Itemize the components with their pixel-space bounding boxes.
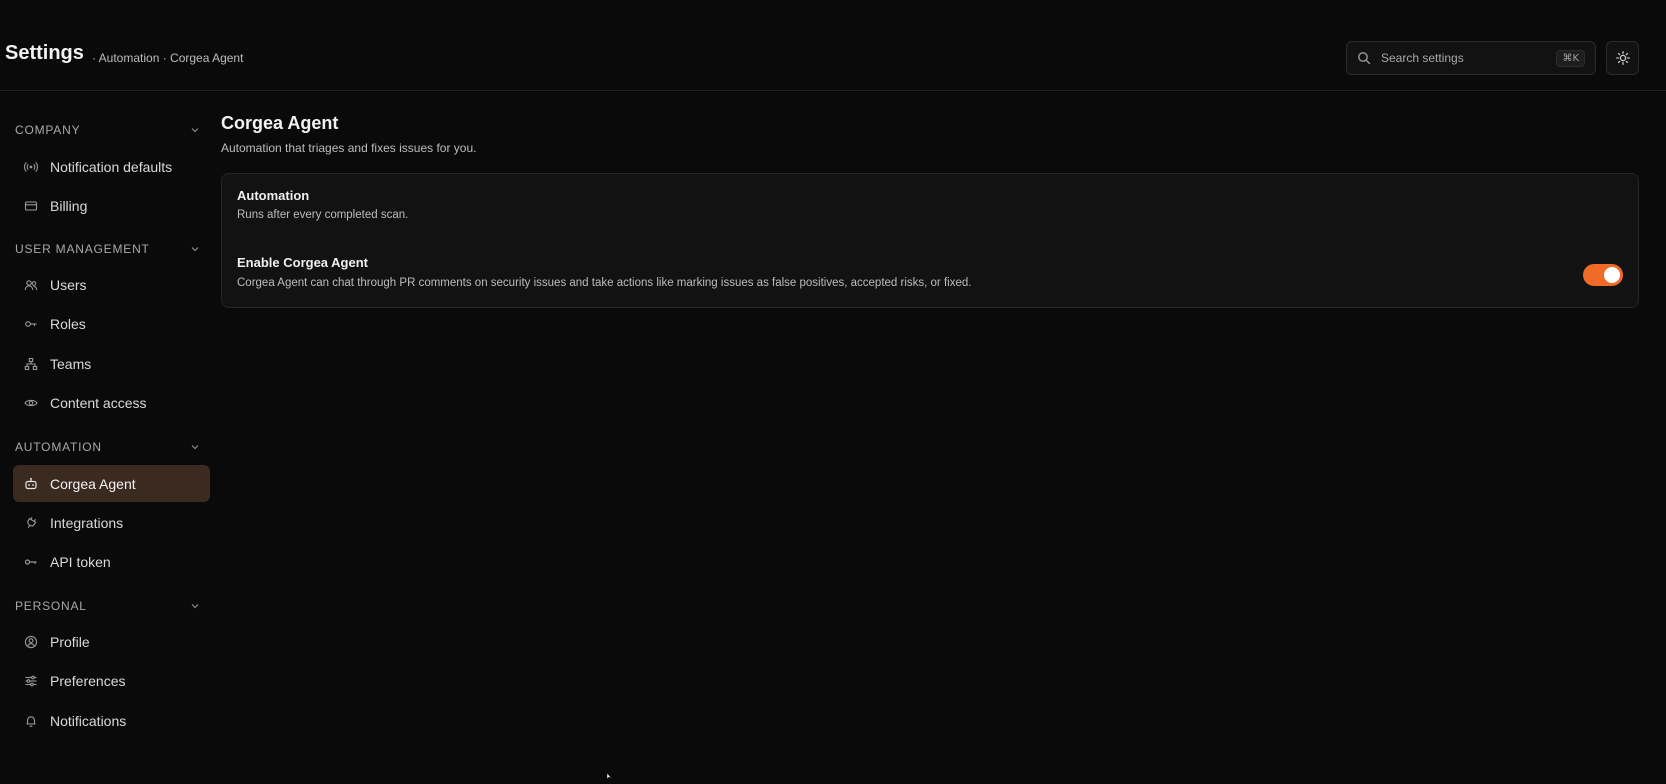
sidebar-item-label: Notification defaults [50,158,173,175]
chevron-down-icon [190,442,200,452]
sidebar-item-profile[interactable]: Profile [13,623,210,660]
sidebar-item-integrations[interactable]: Integrations [13,504,210,541]
chevron-down-icon [190,125,200,135]
content-subtitle: Automation that triages and fixes issues… [221,141,477,155]
card-title: Automation [237,188,310,203]
sun-icon [1615,51,1630,65]
search-shortcut: ⌘K [1556,49,1585,67]
setting-title: Enable Corgea Agent [237,255,368,270]
section-label: USER MANAGEMENT [15,242,150,256]
user-circle-icon [24,635,38,649]
sidebar-item-api-token[interactable]: API token [13,543,210,580]
sidebar-item-roles[interactable]: Roles [13,305,210,342]
sidebar: COMPANY Notification defaults Billing US… [0,91,210,770]
sidebar-item-label: Teams [50,355,92,372]
theme-toggle-button[interactable] [1606,41,1639,75]
sliders-icon [24,674,38,688]
sidebar-item-label: Preferences [50,672,126,689]
sidebar-item-teams[interactable]: Teams [13,345,210,382]
section-header-company[interactable]: COMPANY [15,120,200,140]
sidebar-item-label: Users [50,276,87,293]
setting-description: Corgea Agent can chat through PR comment… [237,277,972,289]
broadcast-icon [24,160,38,174]
sidebar-item-label: Content access [50,394,147,411]
sidebar-item-label: Notifications [50,712,127,729]
eye-icon [24,396,38,410]
plug-icon [24,516,38,530]
hierarchy-icon [24,357,38,371]
section-label: PERSONAL [15,599,87,613]
toggle-knob [1604,267,1620,283]
sidebar-item-corgea-agent[interactable]: Corgea Agent [13,465,210,502]
search-icon [1357,51,1371,65]
sidebar-item-label: API token [50,553,111,570]
section-header-automation[interactable]: AUTOMATION [15,437,200,457]
section-label: AUTOMATION [15,440,102,454]
content-title: Corgea Agent [221,113,339,133]
key-horizontal-icon [24,555,38,569]
top-bar: Settings · Automation · Corgea Agent ⌘K [0,0,1666,91]
section-header-user-management[interactable]: USER MANAGEMENT [15,239,200,259]
search-box[interactable]: ⌘K [1346,41,1596,75]
sidebar-item-label: Roles [50,315,86,332]
sidebar-item-notification-defaults[interactable]: Notification defaults [13,148,210,185]
chevron-down-icon [190,244,200,254]
credit-card-icon [24,199,38,213]
search-input[interactable] [1381,51,1551,65]
chevron-down-icon [190,601,200,611]
users-icon [24,278,38,292]
bell-icon [24,714,38,728]
section-header-personal[interactable]: PERSONAL [15,596,200,616]
enable-corgea-agent-toggle[interactable] [1583,264,1623,286]
card-description: Runs after every completed scan. [237,209,409,221]
key-icon [24,317,38,331]
breadcrumb: · Automation · Corgea Agent [92,51,244,65]
automation-card: Automation Runs after every completed sc… [221,173,1639,308]
mouse-cursor-icon [606,766,615,780]
sidebar-item-preferences[interactable]: Preferences [13,662,210,699]
robot-icon [24,477,38,491]
sidebar-item-label: Profile [50,633,90,650]
sidebar-item-content-access[interactable]: Content access [13,384,210,421]
sidebar-item-billing[interactable]: Billing [13,187,210,224]
sidebar-item-label: Integrations [50,514,124,531]
sidebar-item-users[interactable]: Users [13,266,210,303]
sidebar-item-notifications[interactable]: Notifications [13,702,210,739]
page-title: Settings [5,42,84,64]
section-label: COMPANY [15,123,81,137]
sidebar-item-label: Billing [50,197,88,214]
sidebar-item-label: Corgea Agent [50,475,136,492]
